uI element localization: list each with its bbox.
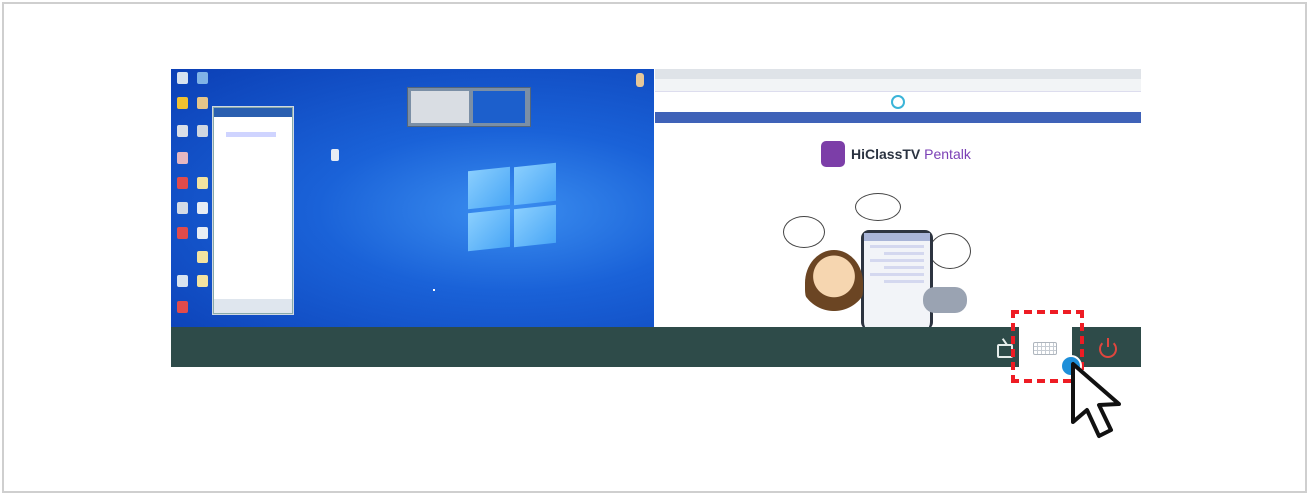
desktop-icon[interactable]	[177, 202, 188, 214]
chat-line	[870, 259, 924, 262]
selected-list-item[interactable]	[226, 132, 276, 137]
chat-line	[884, 266, 924, 269]
preview-pane-left	[411, 91, 469, 123]
windows-desktop	[171, 69, 654, 327]
product-name: Pentalk	[924, 146, 971, 162]
desktop-icon[interactable]	[197, 251, 208, 263]
speech-bubble	[783, 216, 825, 248]
pentalk-app-icon	[821, 141, 845, 167]
boy-illustration	[805, 250, 863, 316]
browser-address-bar[interactable]	[655, 79, 1141, 92]
speech-bubble	[929, 233, 971, 269]
bottom-taskbar	[171, 327, 1141, 367]
user-icon[interactable]	[636, 73, 644, 87]
phone-header	[864, 233, 930, 241]
messenger-window[interactable]	[213, 107, 293, 314]
mouse-pointer-icon	[1071, 362, 1121, 438]
desktop-icon[interactable]	[197, 97, 208, 109]
chat-line	[884, 252, 924, 255]
desktop-icon[interactable]	[177, 72, 188, 84]
desktop-icon[interactable]	[177, 275, 188, 287]
power-icon[interactable]	[1099, 338, 1117, 358]
desktop-icon[interactable]	[197, 72, 208, 84]
chat-line	[870, 273, 924, 276]
window-toolbar[interactable]	[214, 299, 292, 313]
preview-pane-right	[473, 91, 525, 123]
chat-line	[870, 245, 924, 248]
browser-window[interactable]: HiClassTV Pentalk	[655, 69, 1141, 327]
robot-illustration	[923, 287, 967, 313]
desktop-icon[interactable]	[197, 202, 208, 214]
window-titlebar[interactable]	[214, 108, 292, 117]
site-navigation-bar[interactable]	[655, 112, 1141, 123]
desktop-icon[interactable]	[177, 97, 188, 109]
pentalk-title-block: HiClassTV Pentalk	[851, 146, 971, 162]
desktop-icon[interactable]	[197, 227, 208, 239]
pentalk-title: HiClassTV Pentalk	[851, 146, 971, 162]
mouse-cursor	[433, 289, 435, 291]
desktop-file-icon[interactable]	[331, 149, 339, 161]
brand-name: HiClassTV	[851, 146, 921, 162]
desktop-icon[interactable]	[197, 125, 208, 137]
browser-tabbar[interactable]	[655, 69, 1141, 79]
speech-bubble	[855, 193, 901, 221]
desktop-icon[interactable]	[177, 125, 188, 137]
desktop-icon[interactable]	[177, 152, 188, 164]
window-preview-thumbnail[interactable]	[407, 87, 531, 127]
desktop-icon[interactable]	[197, 177, 208, 189]
desktop-icon[interactable]	[177, 177, 188, 189]
windows-logo-icon	[468, 162, 558, 252]
display-screen: HiClassTV Pentalk	[171, 69, 1141, 367]
site-header	[655, 92, 1141, 112]
chat-line	[884, 280, 924, 283]
desktop-icon[interactable]	[177, 227, 188, 239]
site-logo-icon[interactable]	[891, 95, 905, 109]
desktop-icon[interactable]	[177, 301, 188, 313]
smartphone-illustration	[861, 230, 933, 327]
pentalk-banner: HiClassTV Pentalk	[821, 141, 971, 167]
desktop-icon[interactable]	[197, 275, 208, 287]
